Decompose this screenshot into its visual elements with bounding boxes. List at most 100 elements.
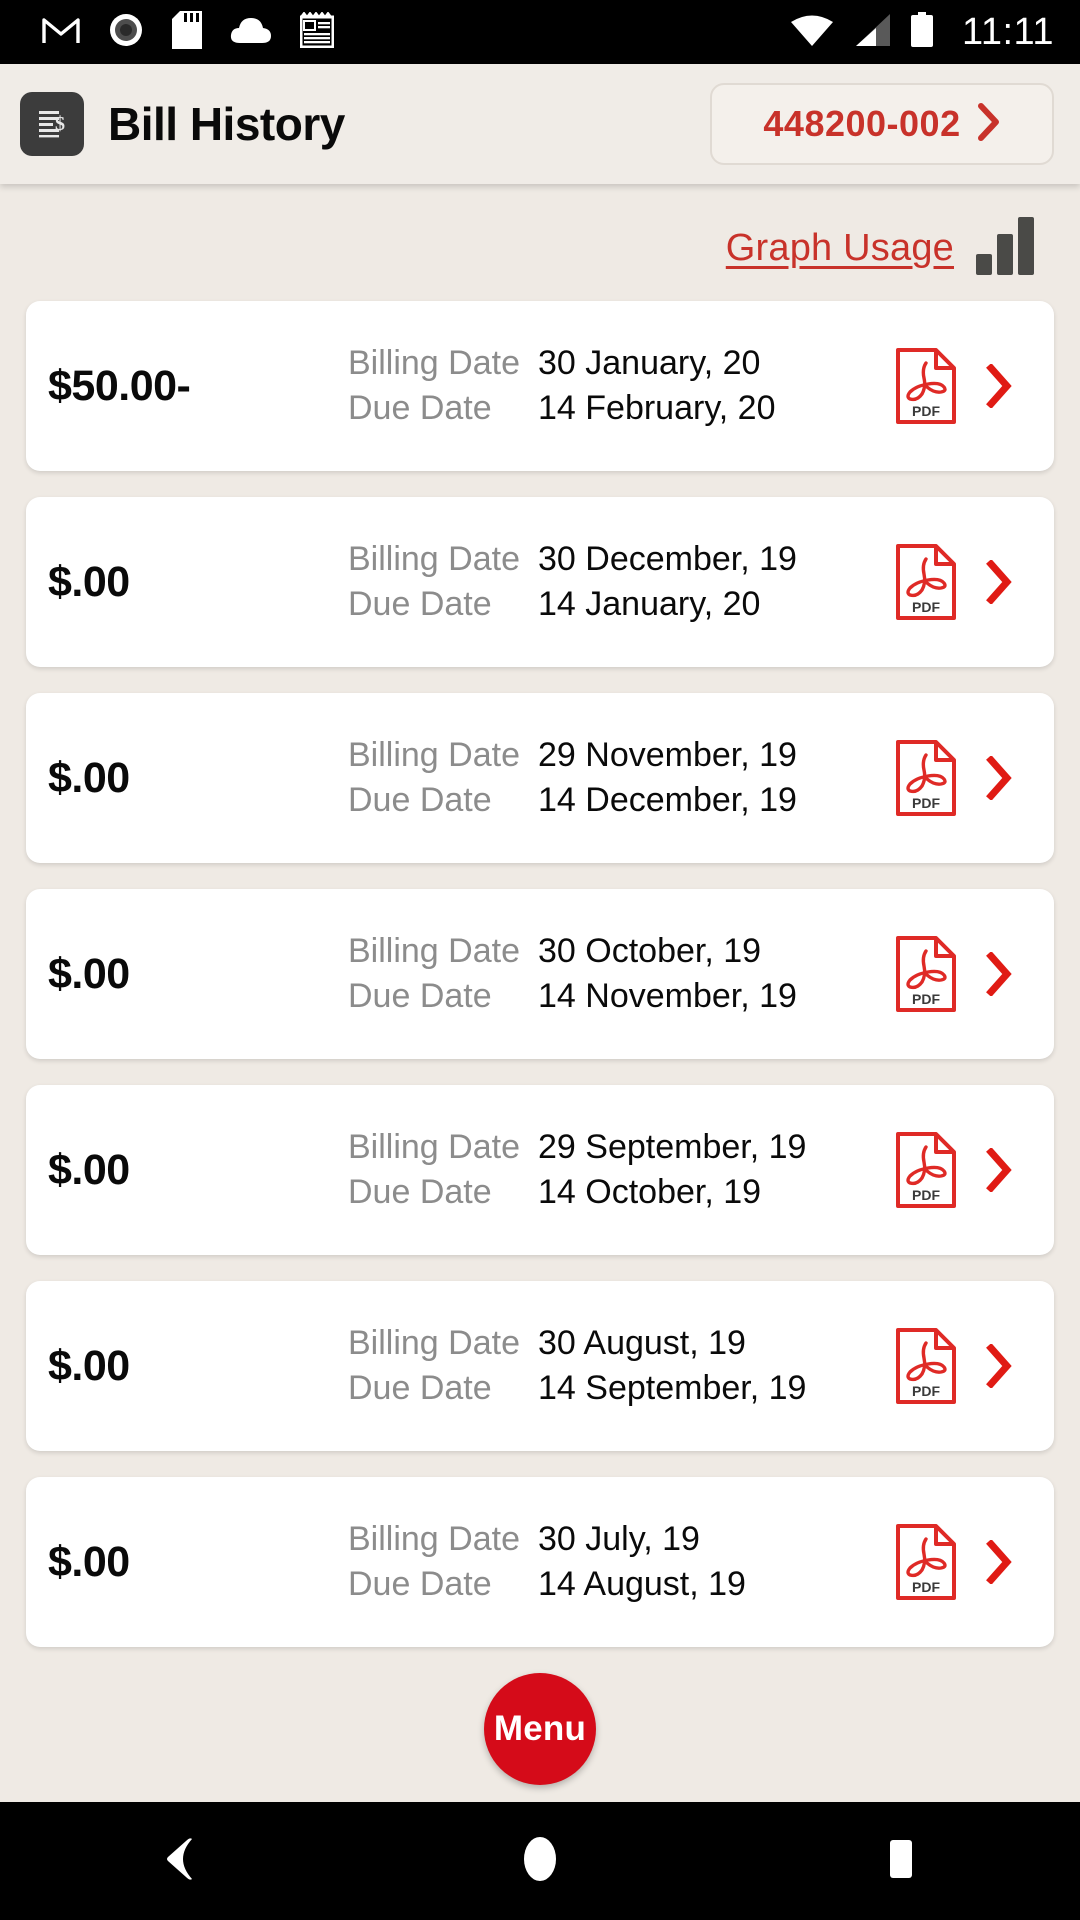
- pdf-file-icon[interactable]: PDF: [884, 543, 968, 621]
- bill-amount: $.00: [48, 557, 130, 606]
- due-date-value: 14 August, 19: [538, 1565, 746, 1603]
- svg-text:PDF: PDF: [912, 403, 940, 419]
- bill-card[interactable]: $.00 Billing Date 30 July, 19 Due Date 1…: [26, 1477, 1054, 1647]
- bill-dates: Billing Date 30 January, 20 Due Date 14 …: [348, 344, 884, 428]
- billing-date-row: Billing Date 30 January, 20: [348, 344, 884, 383]
- android-navigation-bar: [0, 1802, 1080, 1920]
- graph-usage-row: Graph Usage: [0, 184, 1080, 291]
- pdf-file-icon[interactable]: PDF: [884, 935, 968, 1013]
- svg-text:PDF: PDF: [912, 1187, 940, 1203]
- due-date-value: 14 September, 19: [538, 1369, 807, 1407]
- chevron-right-icon[interactable]: [968, 560, 1030, 604]
- bill-dates: Billing Date 30 December, 19 Due Date 14…: [348, 540, 884, 624]
- nav-back-button[interactable]: [90, 1802, 270, 1920]
- svg-text:$: $: [55, 113, 65, 135]
- bill-card[interactable]: $.00 Billing Date 30 October, 19 Due Dat…: [26, 889, 1054, 1059]
- bill-amount: $50.00-: [48, 361, 191, 410]
- home-circle-icon: [518, 1835, 562, 1888]
- bill-card[interactable]: $50.00- Billing Date 30 January, 20 Due …: [26, 301, 1054, 471]
- billing-date-value: 30 July, 19: [538, 1520, 700, 1558]
- billing-date-value: 30 October, 19: [538, 932, 762, 970]
- due-date-value: 14 December, 19: [538, 781, 797, 819]
- bar-chart-icon[interactable]: [974, 216, 1036, 281]
- pdf-file-icon[interactable]: PDF: [884, 1131, 968, 1209]
- bill-card[interactable]: $.00 Billing Date 30 August, 19 Due Date…: [26, 1281, 1054, 1451]
- billing-date-value: 30 August, 19: [538, 1324, 746, 1362]
- news-icon: [299, 10, 335, 53]
- chevron-right-icon: [977, 102, 1001, 146]
- billing-date-row: Billing Date 30 October, 19: [348, 932, 884, 971]
- due-date-row: Due Date 14 August, 19: [348, 1565, 884, 1604]
- bill-dates: Billing Date 30 August, 19 Due Date 14 S…: [348, 1324, 884, 1408]
- phone-screen: 11:11 $ Bill History 448200-002 Graph Us…: [0, 0, 1080, 1920]
- due-date-label: Due Date: [348, 1565, 492, 1603]
- chevron-right-icon[interactable]: [968, 1344, 1030, 1388]
- gmail-icon: [42, 15, 80, 50]
- pdf-file-icon[interactable]: PDF: [884, 1327, 968, 1405]
- billing-date-value: 29 September, 19: [538, 1128, 807, 1166]
- billing-date-row: Billing Date 30 December, 19: [348, 540, 884, 579]
- due-date-row: Due Date 14 December, 19: [348, 781, 884, 820]
- due-date-row: Due Date 14 February, 20: [348, 389, 884, 428]
- due-date-label: Due Date: [348, 1369, 492, 1407]
- bill-amount: $.00: [48, 949, 130, 998]
- due-date-value: 14 February, 20: [538, 389, 776, 427]
- fab-container: Menu: [0, 1647, 1080, 1785]
- status-bar-clock: 11:11: [962, 10, 1054, 53]
- billing-date-label: Billing Date: [348, 540, 520, 578]
- chevron-right-icon[interactable]: [968, 952, 1030, 996]
- billing-date-value: 29 November, 19: [538, 736, 797, 774]
- chevron-right-icon[interactable]: [968, 364, 1030, 408]
- due-date-row: Due Date 14 January, 20: [348, 585, 884, 624]
- pdf-file-icon[interactable]: PDF: [884, 1523, 968, 1601]
- bill-card[interactable]: $.00 Billing Date 30 December, 19 Due Da…: [26, 497, 1054, 667]
- due-date-row: Due Date 14 October, 19: [348, 1173, 884, 1212]
- billing-date-value: 30 December, 19: [538, 540, 797, 578]
- pdf-file-icon[interactable]: PDF: [884, 347, 968, 425]
- back-triangle-icon: [160, 1837, 200, 1886]
- bill-dates: Billing Date 30 October, 19 Due Date 14 …: [348, 932, 884, 1016]
- chevron-right-icon[interactable]: [968, 756, 1030, 800]
- chevron-right-icon[interactable]: [968, 1148, 1030, 1192]
- cellular-signal-icon: [852, 13, 892, 52]
- recents-square-icon: [880, 1835, 920, 1888]
- due-date-row: Due Date 14 September, 19: [348, 1369, 884, 1408]
- due-date-label: Due Date: [348, 1173, 492, 1211]
- bill-list: $50.00- Billing Date 30 January, 20 Due …: [0, 291, 1080, 1647]
- billing-date-row: Billing Date 30 July, 19: [348, 1520, 884, 1559]
- due-date-label: Due Date: [348, 977, 492, 1015]
- billing-date-row: Billing Date 29 November, 19: [348, 736, 884, 775]
- bill-dates: Billing Date 29 September, 19 Due Date 1…: [348, 1128, 884, 1212]
- sd-card-icon: [172, 10, 202, 54]
- svg-text:PDF: PDF: [912, 991, 940, 1007]
- graph-usage-link[interactable]: Graph Usage: [726, 227, 954, 270]
- record-icon: [108, 12, 144, 53]
- account-selector-button[interactable]: 448200-002: [710, 83, 1054, 165]
- bill-amount: $.00: [48, 753, 130, 802]
- wifi-icon: [790, 13, 834, 52]
- bill-amount: $.00: [48, 1145, 130, 1194]
- due-date-label: Due Date: [348, 389, 492, 427]
- bill-amount: $.00: [48, 1537, 130, 1586]
- billing-date-row: Billing Date 30 August, 19: [348, 1324, 884, 1363]
- billing-date-value: 30 January, 20: [538, 344, 761, 382]
- chevron-right-icon[interactable]: [968, 1540, 1030, 1584]
- billing-date-label: Billing Date: [348, 1128, 520, 1166]
- nav-home-button[interactable]: [450, 1802, 630, 1920]
- menu-fab-button[interactable]: Menu: [484, 1673, 596, 1785]
- bill-dates: Billing Date 29 November, 19 Due Date 14…: [348, 736, 884, 820]
- billing-date-label: Billing Date: [348, 932, 520, 970]
- svg-text:PDF: PDF: [912, 1383, 940, 1399]
- status-bar: 11:11: [0, 0, 1080, 64]
- due-date-label: Due Date: [348, 585, 492, 623]
- billing-date-label: Billing Date: [348, 1520, 520, 1558]
- svg-text:PDF: PDF: [912, 599, 940, 615]
- bill-card[interactable]: $.00 Billing Date 29 November, 19 Due Da…: [26, 693, 1054, 863]
- bill-card[interactable]: $.00 Billing Date 29 September, 19 Due D…: [26, 1085, 1054, 1255]
- status-bar-system-icons: 11:11: [790, 11, 1054, 54]
- nav-recents-button[interactable]: [810, 1802, 990, 1920]
- billing-date-label: Billing Date: [348, 736, 520, 774]
- svg-text:PDF: PDF: [912, 1579, 940, 1595]
- bill-document-icon: $: [20, 92, 84, 156]
- pdf-file-icon[interactable]: PDF: [884, 739, 968, 817]
